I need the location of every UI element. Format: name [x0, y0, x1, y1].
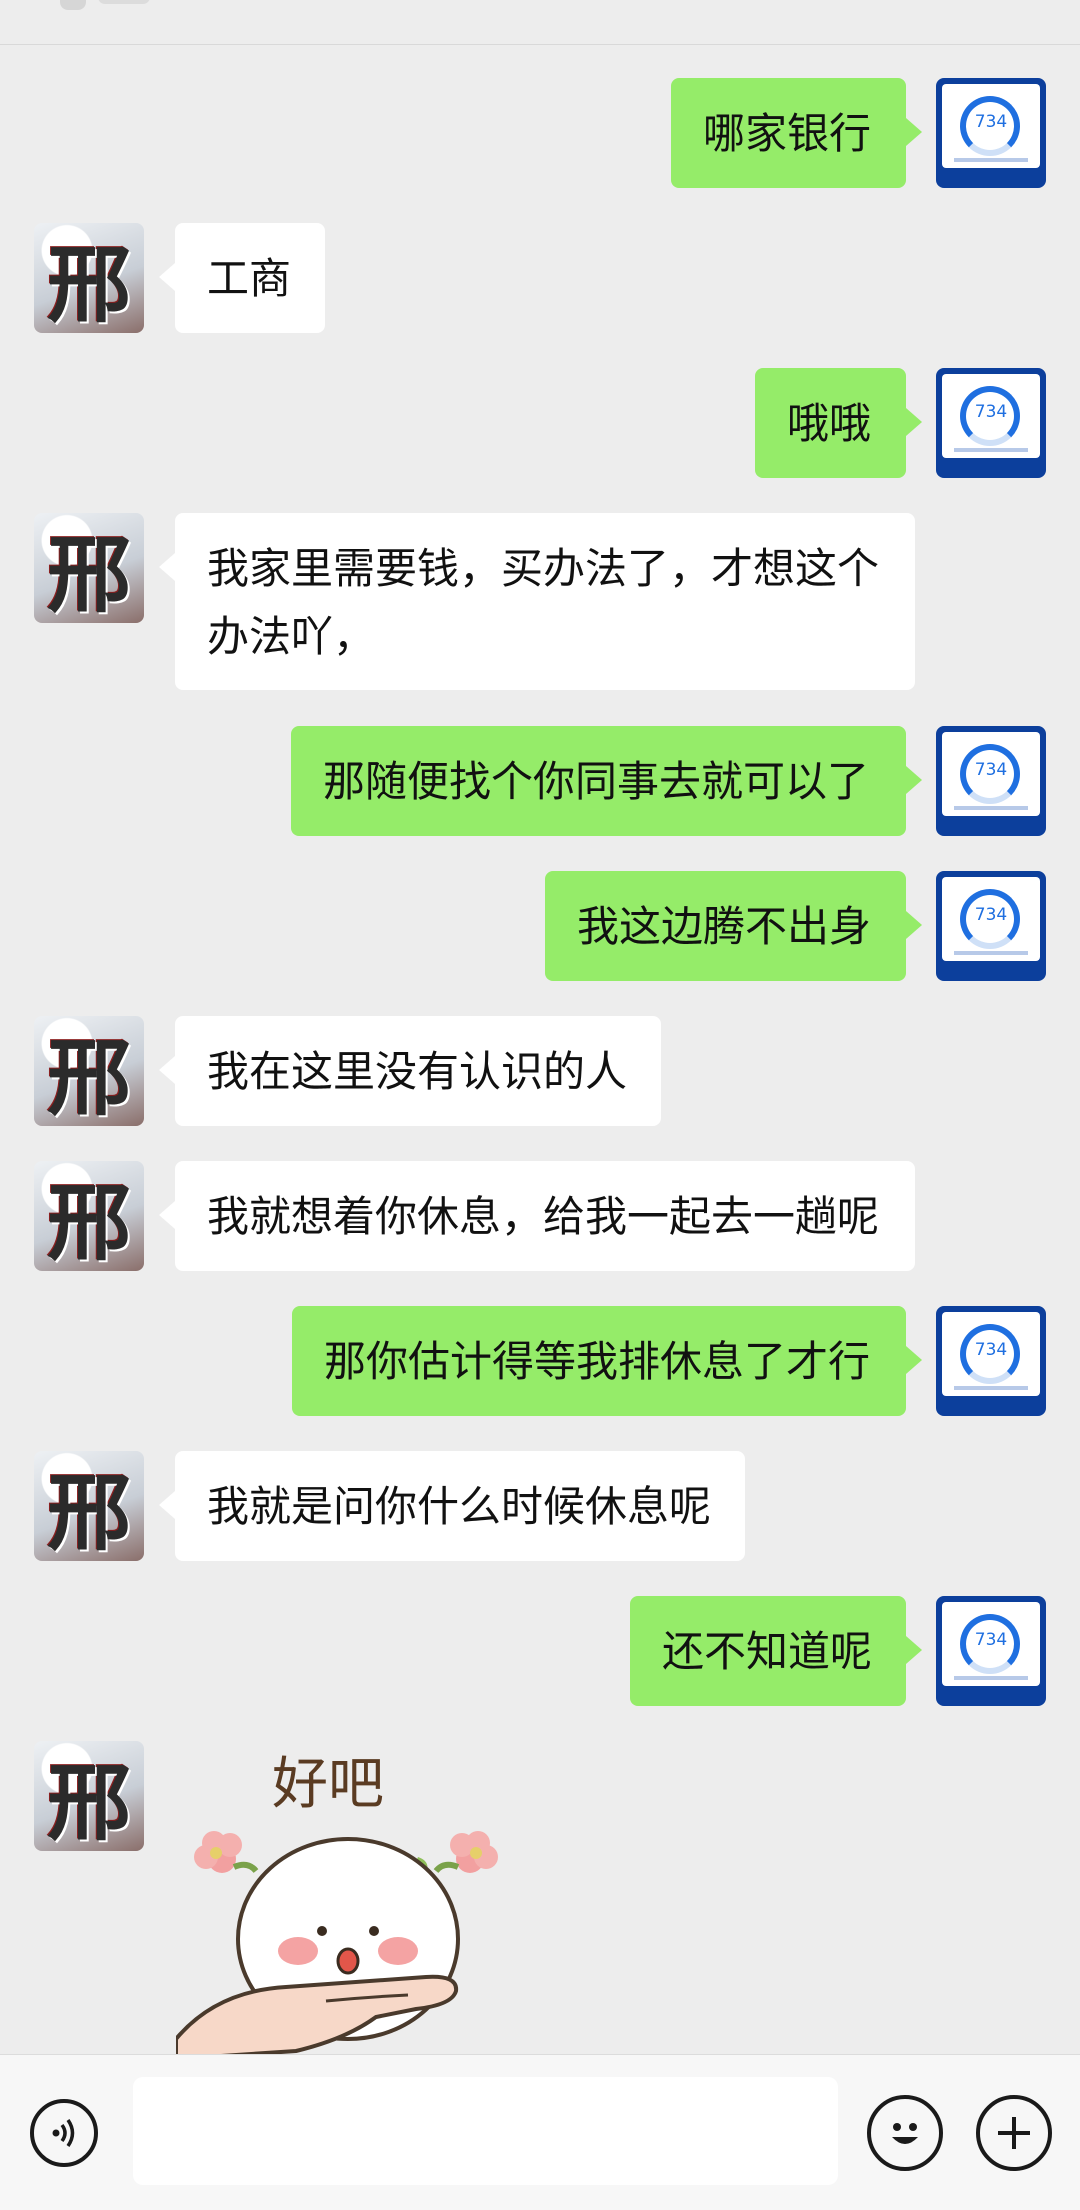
my-avatar[interactable]: 734 — [936, 726, 1046, 836]
sticker-message[interactable]: 好吧 — [174, 1739, 506, 2054]
avatar-card: 734 — [942, 1312, 1040, 1396]
avatar-fine-print — [954, 1676, 1028, 1680]
contact-avatar[interactable]: 邢 — [34, 1161, 144, 1271]
voice-icon — [52, 2119, 75, 2147]
avatar-glyph: 邢 — [46, 1172, 131, 1272]
message-bubble-received[interactable]: 我就是问你什么时候休息呢 — [159, 1451, 745, 1561]
avatar-glyph: 邢 — [46, 234, 131, 334]
message-bubble-sent[interactable]: 那随便找个你同事去就可以了 — [291, 726, 922, 836]
message-bubble-received[interactable]: 我在这里没有认识的人 — [159, 1016, 661, 1126]
message-bubble-received[interactable]: 我家里需要钱，买办法了，才想这个办法吖， — [159, 513, 915, 690]
message-row: 我这边腾不出身 734 — [0, 871, 1080, 983]
cheek-right — [378, 1937, 418, 1965]
message-bubble-sent[interactable]: 哦哦 — [755, 368, 922, 478]
avatar-card: 734 — [942, 732, 1040, 816]
sticker-caption: 好吧 — [272, 1752, 384, 1817]
message-bubble-received[interactable]: 工商 — [159, 223, 325, 333]
avatar-fine-print — [954, 951, 1028, 955]
emoji-button[interactable] — [867, 2095, 943, 2171]
flower-left — [194, 1831, 259, 1874]
emoji-icon — [892, 2123, 918, 2144]
voice-input-button[interactable] — [30, 2099, 98, 2167]
contact-avatar[interactable]: 邢 — [34, 513, 144, 623]
avatar-card: 734 — [942, 877, 1040, 961]
message-bubble-sent[interactable]: 哪家银行 — [671, 78, 922, 188]
contact-avatar[interactable]: 邢 — [34, 1451, 144, 1561]
cheek-left — [278, 1937, 318, 1965]
avatar-glyph: 邢 — [46, 1462, 131, 1562]
chat-area[interactable]: 哪家银行 734 邢 工商 哦哦 734 邢 我家里需要钱，买办法了，才想这个办… — [0, 44, 1080, 2054]
top-bar — [0, 0, 1080, 45]
message-row: 邢 — [0, 1741, 1080, 2054]
avatar-score: 734 — [974, 112, 1008, 132]
message-row: 邢 工商 — [0, 223, 1080, 335]
avatar-score: 734 — [974, 905, 1008, 925]
message-bubble-sent[interactable]: 还不知道呢 — [630, 1596, 922, 1706]
avatar-score: 734 — [974, 1340, 1008, 1360]
avatar-score: 734 — [974, 402, 1008, 422]
contact-avatar[interactable]: 邢 — [34, 223, 144, 333]
avatar-score: 734 — [974, 760, 1008, 780]
eye-right — [369, 1926, 379, 1936]
avatar-score: 734 — [974, 1630, 1008, 1650]
my-avatar[interactable]: 734 — [936, 368, 1046, 478]
avatar-card: 734 — [942, 374, 1040, 458]
plus-icon — [998, 2117, 1030, 2149]
avatar-glyph: 邢 — [46, 1027, 131, 1127]
more-actions-button[interactable] — [976, 2095, 1052, 2171]
eye-left — [317, 1926, 327, 1936]
avatar-glyph: 邢 — [46, 524, 131, 624]
avatar-fine-print — [954, 1386, 1028, 1390]
flower-right — [433, 1831, 498, 1874]
message-bubble-sent[interactable]: 那你估计得等我排休息了才行 — [292, 1306, 922, 1416]
message-row: 哪家银行 734 — [0, 78, 1080, 190]
message-row: 那随便找个你同事去就可以了 734 — [0, 726, 1080, 838]
message-row: 邢 我在这里没有认识的人 — [0, 1016, 1080, 1128]
avatar-card: 734 — [942, 84, 1040, 168]
avatar-glyph: 邢 — [46, 1752, 131, 1852]
message-input[interactable] — [133, 2077, 838, 2185]
message-row: 哦哦 734 — [0, 368, 1080, 480]
my-avatar[interactable]: 734 — [936, 1306, 1046, 1416]
my-avatar[interactable]: 734 — [936, 871, 1046, 981]
contact-avatar[interactable]: 邢 — [34, 1016, 144, 1126]
my-avatar[interactable]: 734 — [936, 1596, 1046, 1706]
avatar-fine-print — [954, 806, 1028, 810]
message-bubble-sent[interactable]: 我这边腾不出身 — [545, 871, 922, 981]
avatar-card: 734 — [942, 1602, 1040, 1686]
message-row: 那你估计得等我排休息了才行 734 — [0, 1306, 1080, 1418]
top-bar-fragment — [60, 0, 86, 10]
message-row: 邢 我家里需要钱，买办法了，才想这个办法吖， — [0, 513, 1080, 693]
message-row: 还不知道呢 734 — [0, 1596, 1080, 1708]
message-row: 邢 我就想着你休息，给我一起去一趟呢 — [0, 1161, 1080, 1273]
my-avatar[interactable]: 734 — [936, 78, 1046, 188]
avatar-fine-print — [954, 158, 1028, 162]
mouth — [336, 1947, 360, 1975]
composer-bar — [0, 2054, 1080, 2210]
message-row: 邢 我就是问你什么时候休息呢 — [0, 1451, 1080, 1563]
contact-avatar[interactable]: 邢 — [34, 1741, 144, 1851]
avatar-fine-print — [954, 448, 1028, 452]
top-bar-fragment — [98, 0, 150, 4]
message-bubble-received[interactable]: 我就想着你休息，给我一起去一趟呢 — [159, 1161, 915, 1271]
